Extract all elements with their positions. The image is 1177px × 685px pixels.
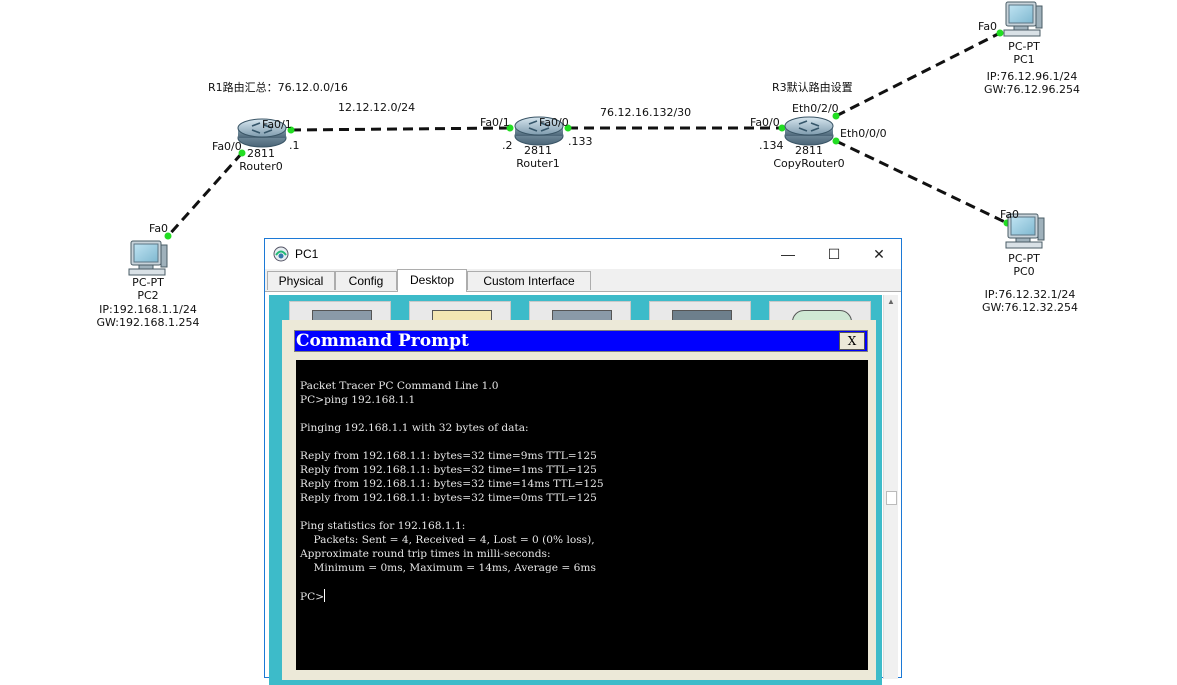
device-name-label: PC2 <box>137 289 159 302</box>
device-name-label: Router0 <box>239 160 283 173</box>
link-r3-pc0[interactable] <box>835 139 1008 225</box>
tab-desktop[interactable]: Desktop <box>397 269 467 292</box>
tab-physical[interactable]: Physical <box>267 271 335 290</box>
ip-suffix-label: .1 <box>289 139 300 152</box>
link-r0-r1[interactable] <box>290 126 511 132</box>
scroll-thumb[interactable] <box>886 491 897 505</box>
console-line: Reply from 192.168.1.1: bytes=32 time=0m… <box>300 492 597 504</box>
ip-label: IP:76.12.32.1/24 <box>984 288 1076 301</box>
port-label: Fa0/1 <box>480 116 510 129</box>
minimize-button[interactable]: — <box>765 239 811 269</box>
console-line: Packets: Sent = 4, Received = 4, Lost = … <box>300 534 595 546</box>
device-type-label: PC-PT <box>132 276 164 289</box>
device-name-label: PC1 <box>1013 53 1035 66</box>
command-prompt-title: Command Prompt <box>296 331 469 351</box>
link-r3-pc1[interactable] <box>835 31 1001 118</box>
port-label: Fa0 <box>149 222 169 235</box>
ip-label: IP:76.12.96.1/24 <box>986 70 1078 83</box>
console-line: Approximate round trip times in milli-se… <box>300 548 551 560</box>
window-titlebar[interactable]: PC1 — ☐ ✕ <box>265 239 901 269</box>
router-icon[interactable] <box>784 116 834 146</box>
port-label: Eth0/0/0 <box>840 127 887 140</box>
console-output[interactable]: Packet Tracer PC Command Line 1.0 PC>pin… <box>296 360 868 670</box>
ip-suffix-label: .133 <box>568 135 593 148</box>
port-label: Fa0/0 <box>750 116 780 129</box>
network-label-r0-r1: 12.12.12.0/24 <box>338 101 416 114</box>
console-prompt: PC> <box>300 591 325 603</box>
device-name-label: Router1 <box>516 157 560 170</box>
console-line: PC>ping 192.168.1.1 <box>300 394 416 406</box>
text-cursor <box>324 589 326 602</box>
command-prompt-panel: Command Prompt X Packet Tracer PC Comman… <box>282 320 876 680</box>
ip-suffix-label: .134 <box>759 139 784 152</box>
ip-suffix-label: .2 <box>502 139 513 152</box>
scroll-up-arrow-icon[interactable]: ▲ <box>884 295 898 309</box>
console-line: Minimum = 0ms, Maximum = 14ms, Average =… <box>300 562 596 574</box>
packet-tracer-app-icon <box>273 246 289 262</box>
r1-summary-note: R1路由汇总：76.12.0.0/16 <box>208 81 348 94</box>
network-label-r1-r3: 76.12.16.132/30 <box>600 106 692 119</box>
pc-icon[interactable] <box>128 240 168 276</box>
port-label: Fa0/1 <box>262 118 292 131</box>
device-type-label: PC-PT <box>1008 40 1040 53</box>
console-line: Reply from 192.168.1.1: bytes=32 time=1m… <box>300 464 597 476</box>
device-model-label: 2811 <box>247 147 275 160</box>
tab-custom-interface[interactable]: Custom Interface <box>467 271 591 290</box>
tab-bar: Physical Config Desktop Custom Interface <box>265 269 901 292</box>
tab-config[interactable]: Config <box>335 271 397 290</box>
close-button[interactable]: ✕ <box>856 239 902 269</box>
gateway-label: GW:76.12.96.254 <box>984 83 1080 96</box>
device-name-label: PC0 <box>1013 265 1035 278</box>
window-title: PC1 <box>295 247 319 261</box>
command-prompt-close-button[interactable]: X <box>839 332 865 350</box>
command-prompt-titlebar: Command Prompt X <box>294 330 868 352</box>
console-line: Reply from 192.168.1.1: bytes=32 time=14… <box>300 478 604 490</box>
port-label: Fa0 <box>1000 208 1020 221</box>
maximize-button[interactable]: ☐ <box>811 239 857 269</box>
pc-icon[interactable] <box>1003 1 1043 37</box>
device-model-label: 2811 <box>795 144 823 157</box>
gateway-label: GW:192.168.1.254 <box>96 316 200 329</box>
ip-label: IP:192.168.1.1/24 <box>99 303 197 316</box>
r3-default-note: R3默认路由设置 <box>772 81 853 94</box>
port-label: Fa0/0 <box>212 140 242 153</box>
gateway-label: GW:76.12.32.254 <box>982 301 1078 314</box>
console-line: Packet Tracer PC Command Line 1.0 <box>300 380 499 392</box>
device-type-label: PC-PT <box>1008 252 1040 265</box>
console-line: Ping statistics for 192.168.1.1: <box>300 520 466 532</box>
vertical-scrollbar[interactable]: ▲ <box>883 295 898 679</box>
console-text: Packet Tracer PC Command Line 1.0 PC>pin… <box>300 379 604 604</box>
port-label: Fa0/0 <box>539 116 569 129</box>
link-r0-pc2[interactable] <box>166 152 244 237</box>
console-line: Pinging 192.168.1.1 with 32 bytes of dat… <box>300 422 529 434</box>
device-model-label: 2811 <box>524 144 552 157</box>
device-name-label: CopyRouter0 <box>773 157 845 170</box>
port-label: Fa0 <box>978 20 998 33</box>
console-line: Reply from 192.168.1.1: bytes=32 time=9m… <box>300 450 597 462</box>
port-label: Eth0/2/0 <box>792 102 839 115</box>
